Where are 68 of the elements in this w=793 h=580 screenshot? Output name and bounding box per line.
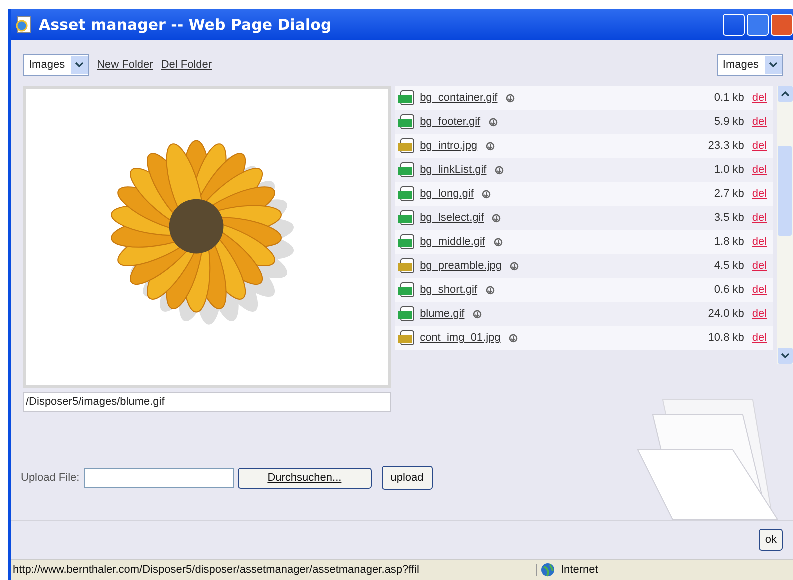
file-size: 0.6 kb (714, 284, 744, 296)
arrow-icon[interactable] (482, 190, 491, 198)
upload-label: Upload File: (21, 472, 80, 484)
file-link[interactable]: bg_intro.jpg (420, 140, 478, 152)
arrow-icon[interactable] (494, 238, 502, 246)
select-value: Images (29, 59, 66, 71)
file-link[interactable]: bg_long.gif (420, 188, 474, 200)
window-title: Asset manager -- Web Page Dialog (39, 16, 333, 34)
select-value: Images (722, 59, 759, 71)
path-field[interactable]: /Disposer5/images/blume.gif (23, 392, 392, 412)
delete-link[interactable]: del (752, 236, 768, 248)
upload-button[interactable]: upload (382, 466, 433, 490)
delete-link[interactable]: del (752, 116, 768, 128)
arrow-icon[interactable] (506, 94, 515, 102)
file-size: 1.8 kb (714, 236, 744, 248)
delete-link[interactable]: del (752, 332, 768, 344)
maximize-button[interactable] (747, 14, 769, 36)
file-link[interactable]: bg_linkList.gif (420, 164, 487, 176)
page-icon (15, 16, 33, 34)
browse-button[interactable]: Durchsuchen... (238, 468, 372, 488)
file-link[interactable]: bg_lselect.gif (420, 212, 484, 224)
arrow-icon[interactable] (472, 310, 482, 318)
file-link[interactable]: bg_preamble.jpg (420, 260, 502, 272)
file-link[interactable]: bg_footer.gif (420, 116, 481, 128)
arrow-icon[interactable] (508, 334, 518, 342)
delete-link[interactable]: del (752, 140, 768, 152)
arrow-icon[interactable] (510, 262, 520, 270)
upload-field[interactable] (84, 468, 234, 488)
ok-button[interactable]: ok (759, 529, 783, 551)
arrow-icon[interactable] (492, 214, 502, 222)
scroll-down-icon[interactable] (778, 348, 793, 364)
arrow-icon[interactable] (486, 286, 495, 294)
delete-link[interactable]: del (752, 188, 768, 200)
arrow-icon[interactable] (494, 166, 504, 174)
arrow-icon[interactable] (486, 142, 495, 150)
file-size: 23.3 kb (708, 140, 744, 152)
delete-link[interactable]: del (752, 308, 768, 320)
arrow-icon[interactable] (488, 118, 498, 126)
file-size: 3.5 kb (714, 212, 744, 224)
globe-icon (541, 563, 555, 577)
view-select[interactable]: Images (716, 54, 783, 76)
close-button[interactable] (771, 14, 793, 36)
status-url: http://www.bernthaler.com/Disposer5/disposer/assetmanager/assetmanager.asp?ffil (11, 564, 537, 576)
scroll-thumb[interactable] (778, 146, 792, 236)
file-size: 1.0 kb (714, 164, 744, 176)
file-link[interactable]: bg_short.gif (420, 284, 478, 296)
file-link[interactable]: bg_container.gif (420, 92, 498, 104)
folder-select[interactable]: Images (23, 54, 90, 76)
file-size: 10.8 kb (708, 332, 744, 344)
delete-link[interactable]: del (752, 212, 768, 224)
security-zone: Internet (561, 564, 598, 576)
delete-link[interactable]: del (752, 260, 768, 272)
scroll-up-icon[interactable] (778, 86, 793, 102)
file-size: 24.0 kb (708, 308, 744, 320)
folder-link[interactable]: New Folder (97, 59, 154, 71)
file-size: 4.5 kb (714, 260, 744, 272)
help-button[interactable] (723, 14, 745, 36)
file-link[interactable]: bg_middle.gif (420, 236, 486, 248)
delete-link[interactable]: del (752, 164, 768, 176)
delete-link[interactable]: del (752, 92, 768, 104)
file-size: 5.9 kb (714, 116, 744, 128)
file-size: 2.7 kb (714, 188, 744, 200)
file-size: 0.1 kb (714, 92, 744, 104)
folder-link[interactable]: Del Folder (161, 59, 212, 71)
delete-link[interactable]: del (752, 284, 768, 296)
file-link[interactable]: cont_img_01.jpg (420, 332, 501, 344)
file-link[interactable]: blume.gif (420, 308, 465, 320)
scrollbar[interactable] (777, 86, 793, 364)
